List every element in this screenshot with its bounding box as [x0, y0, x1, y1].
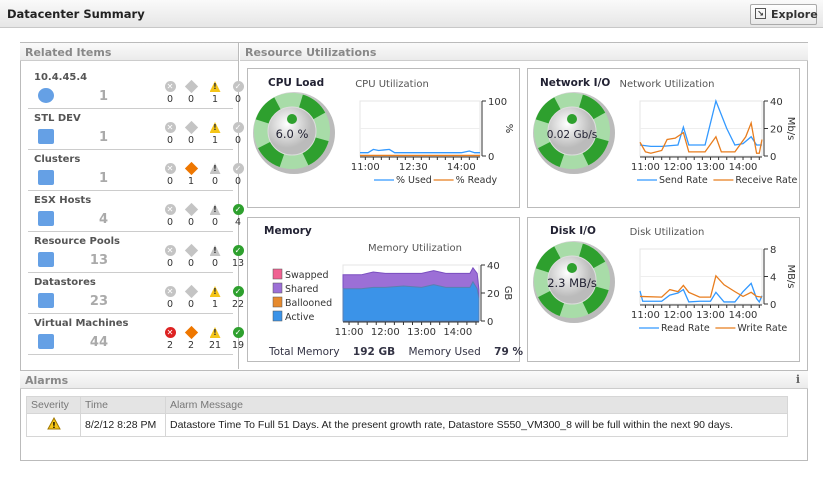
x-tick-label: 12:00: [371, 327, 400, 338]
column-alarm-message[interactable]: Alarm Message: [165, 396, 788, 414]
legend-label: Send Rate: [659, 175, 708, 186]
x-tick-label: 14:00: [447, 162, 476, 173]
x-tick-label: 14:00: [729, 162, 758, 173]
x-tick-label: 12:30: [399, 162, 428, 173]
legend-swatch: [272, 282, 283, 294]
net-chart: Network Utilization 0 20 40 11:00 12:00 13:00 1…: [619, 79, 797, 186]
y-axis-label: MB/s: [785, 264, 796, 288]
alarms-table: Severity Time Alarm Message ! 8/2/12 8:2…: [26, 396, 788, 437]
x-tick-label: 13:00: [696, 162, 725, 173]
x-tick-label: 11:00: [631, 310, 660, 321]
x-tick-label: 11:00: [335, 327, 364, 338]
chart-title: CPU Utilization: [355, 79, 429, 90]
legend-swatch: [272, 268, 283, 280]
y-tick-label: 20: [770, 125, 783, 136]
legend-swatch: [272, 296, 283, 308]
info-icon[interactable]: i: [796, 373, 800, 386]
legend-label: % Ready: [456, 175, 498, 186]
y-tick-label: 40: [770, 97, 783, 108]
y-tick-label: 20: [487, 289, 500, 300]
legend-label: % Used: [396, 175, 432, 186]
y-tick-label: 40: [487, 261, 500, 272]
legend-label: Ballooned: [285, 298, 332, 309]
y-tick-label: 100: [488, 97, 507, 108]
y-tick-label: 0: [770, 152, 776, 163]
x-tick-label: 14:00: [729, 310, 758, 321]
x-tick-label: 11:00: [351, 162, 380, 173]
y-tick-label: 0: [487, 317, 493, 328]
y-axis-label: GB: [502, 286, 513, 301]
chart-title: Network Utilization: [619, 79, 714, 90]
mem-chart: Memory Utilization 0 20 40 11:00 12:00 13:00 14…: [272, 243, 513, 338]
severity-cell: !: [26, 413, 81, 437]
legend-label: Read Rate: [661, 323, 710, 334]
legend-label: Shared: [285, 284, 318, 295]
y-tick-label: 4: [770, 273, 776, 284]
alarms-panel: Alarms i Severity Time Alarm Message ! 8…: [20, 370, 808, 461]
x-tick-label: 12:00: [664, 162, 693, 173]
chart-title: Disk Utilization: [630, 227, 705, 238]
x-tick-label: 12:00: [664, 310, 693, 321]
legend-swatch: [272, 310, 283, 322]
x-tick-label: 11:00: [631, 162, 660, 173]
column-time[interactable]: Time: [80, 396, 166, 414]
y-axis-label: %: [503, 124, 514, 134]
y-axis-label: Mb/s: [785, 117, 796, 141]
alarms-header: Alarms i: [20, 371, 808, 389]
time-cell: 8/2/12 8:28 PM: [80, 413, 166, 437]
column-severity[interactable]: Severity: [26, 396, 81, 414]
legend-label: Receive Rate: [735, 175, 797, 186]
alarm-row[interactable]: ! 8/2/12 8:28 PM Datastore Time To Full …: [26, 413, 788, 437]
y-tick-label: 0: [770, 300, 776, 311]
x-tick-label: 13:00: [407, 327, 436, 338]
y-tick-label: 8: [770, 245, 776, 256]
warning-icon: !: [46, 416, 61, 430]
cpu-chart: CPU Utilization 0 100 11:00 12:30 14:00% % Use…: [351, 79, 514, 186]
message-cell: Datastore Time To Full 51 Days. At the p…: [165, 413, 788, 437]
chart-title: Memory Utilization: [368, 243, 462, 254]
legend-label: Active: [285, 312, 315, 323]
y-tick-label: 0: [488, 152, 494, 163]
x-tick-label: 14:00: [443, 327, 472, 338]
x-tick-label: 13:00: [696, 310, 725, 321]
legend-label: Swapped: [285, 270, 329, 281]
svg-text:!: !: [52, 421, 56, 430]
alarms-title: Alarms: [25, 374, 69, 387]
disk-chart: Disk Utilization 0 4 8 11:00 12:00 13:00 14:00 M…: [630, 227, 796, 334]
legend-label: Write Rate: [737, 323, 787, 334]
